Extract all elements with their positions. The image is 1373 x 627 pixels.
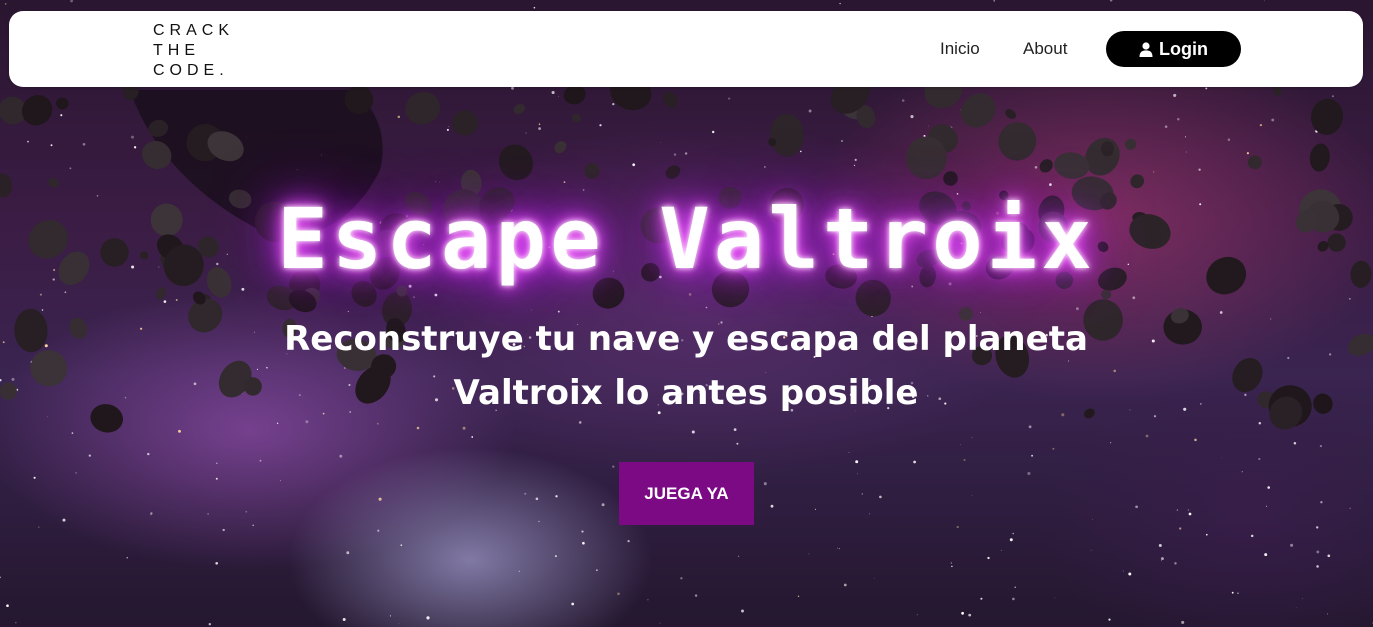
nav-link-inicio[interactable]: Inicio (940, 39, 980, 59)
play-now-button[interactable]: JUEGA YA (619, 462, 754, 525)
hero-subtitle-line-1: Reconstruye tu nave y escapa del planeta (284, 319, 1088, 359)
hero-subtitle-line-2: Valtroix lo antes posible (453, 373, 919, 413)
nav-link-about[interactable]: About (1023, 39, 1067, 59)
logo-line-1: CRACK (153, 22, 235, 39)
hero-subtitle: Reconstruye tu nave y escapa del planeta… (236, 312, 1136, 420)
login-label: Login (1159, 38, 1208, 59)
navbar: CRACK THE CODE. Inicio About Login (9, 11, 1363, 87)
brand-logo[interactable]: CRACK THE CODE. (153, 21, 234, 81)
logo-line-3: CODE. (153, 62, 229, 79)
hero-title: Escape Valtroix (277, 190, 1096, 288)
login-button[interactable]: Login (1106, 31, 1241, 67)
logo-line-2: THE (153, 42, 200, 59)
user-icon (1139, 41, 1153, 57)
hero-section: Escape Valtroix Reconstruye tu nave y es… (0, 0, 1373, 627)
